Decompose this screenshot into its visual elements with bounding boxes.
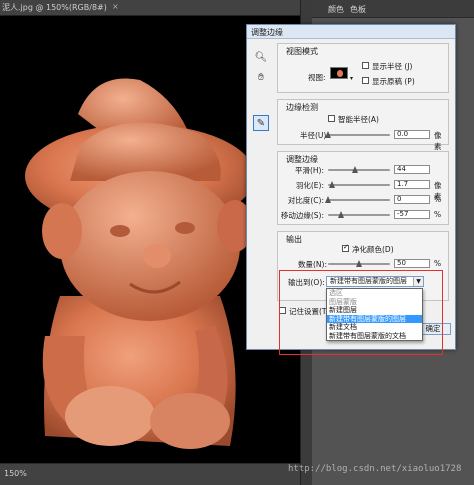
smart-radius-label: 智能半径(A)	[338, 115, 379, 124]
adjust-row-slider[interactable]	[328, 211, 390, 218]
decontaminate-label: 净化颜色(D)	[352, 245, 394, 254]
adjust-row-input[interactable]: 0	[394, 195, 430, 204]
status-bar: 150%	[0, 463, 300, 485]
zoom-level[interactable]: 150%	[4, 469, 27, 478]
amount-label: 数量(N):	[298, 260, 327, 269]
radius-input[interactable]: 0.0	[394, 130, 430, 139]
hand-tool-icon[interactable]: ✋︎	[253, 69, 269, 85]
dropdown-option[interactable]: 选区	[327, 289, 422, 298]
remember-settings-checkbox[interactable]	[279, 307, 286, 314]
amount-slider-thumb[interactable]	[356, 260, 362, 267]
dropdown-option[interactable]: 新建带有图层蒙版的图层	[327, 314, 422, 323]
amount-input[interactable]: 50	[394, 259, 430, 268]
radius-slider[interactable]	[325, 131, 390, 138]
radius-unit: 像素	[434, 131, 442, 151]
adjust-row-slider[interactable]	[328, 181, 390, 188]
dialog-title: 调整边缘	[251, 28, 283, 37]
output-to-dropdown: 选区 图层蒙版 新建图层 新建带有图层蒙版的图层 新建文档 新建带有图层蒙版的文档	[326, 288, 423, 341]
document-tab-title: 泥人.jpg @ 150%(RGB/8#)	[2, 3, 107, 12]
adjust-row-slider-thumb[interactable]	[338, 211, 345, 218]
tool-column: 🔍︎ ✋︎ ✎	[253, 49, 271, 135]
view-mode-section: 视图模式 视图: ▾ 显示半径 (J) 显示原稿 (P)	[277, 43, 449, 93]
output-to-label: 输出到(O):	[288, 278, 325, 287]
adjust-row-slider-thumb[interactable]	[329, 181, 336, 188]
adjust-row-input[interactable]: 44	[394, 165, 430, 174]
edge-detection-title: 边缘检测	[286, 103, 318, 112]
amount-unit: %	[434, 259, 442, 268]
adjust-row-input[interactable]: 1.7	[394, 180, 430, 189]
dropdown-option[interactable]: 新建图层	[327, 306, 422, 315]
refine-radius-brush-icon[interactable]: ✎	[253, 115, 269, 131]
adjust-row-input[interactable]: -57	[394, 210, 430, 219]
view-label: 视图:	[308, 73, 326, 82]
tab-swatches[interactable]: 色板	[350, 4, 366, 15]
adjust-row-label: 羽化(E):	[295, 181, 324, 190]
smart-radius-checkbox[interactable]	[328, 115, 335, 122]
dialog-titlebar[interactable]: 调整边缘	[247, 25, 455, 39]
output-to-value: 新建带有图层蒙版的图层	[330, 277, 407, 285]
dropdown-option[interactable]: 新建文档	[327, 323, 422, 332]
edge-detection-section: 边缘检测 智能半径(A) 半径(U): 0.0 像素	[277, 99, 449, 151]
chevron-down-icon[interactable]: ▼	[413, 277, 423, 286]
adjust-row-slider[interactable]	[325, 196, 390, 203]
adjust-row-label: 移动边缘(S):	[280, 211, 324, 220]
chevron-down-icon[interactable]: ▾	[350, 75, 353, 82]
adjust-row-slider-thumb[interactable]	[325, 196, 331, 203]
adjust-edge-section: 调整边缘 平滑(H): 44 羽化(E): 1.7 像素 对比度(C): 0% 移动边缘(S)…	[277, 151, 449, 225]
watermark: http://blog.csdn.net/xiaoluo1728	[288, 464, 462, 474]
adjust-row-slider-thumb[interactable]	[352, 166, 359, 173]
amount-slider[interactable]	[328, 260, 390, 267]
panel-tabs: 颜色 色板	[312, 0, 474, 18]
adjust-row-slider[interactable]	[328, 166, 390, 173]
show-original-label: 显示原稿 (P)	[372, 77, 415, 86]
show-radius-checkbox[interactable]	[362, 62, 369, 69]
dropdown-option[interactable]: 新建带有图层蒙版的文档	[327, 332, 422, 341]
adjust-row-unit: %	[434, 210, 442, 219]
adjust-row-label: 平滑(H):	[294, 166, 324, 175]
output-title: 输出	[286, 235, 302, 244]
view-mode-title: 视图模式	[286, 47, 318, 56]
decontaminate-checkbox[interactable]	[342, 243, 349, 252]
remember-settings-label: 记住设置(T)	[289, 307, 330, 316]
document-tab[interactable]: 泥人.jpg @ 150%(RGB/8#) ×	[0, 0, 300, 16]
show-radius-label: 显示半径 (J)	[372, 62, 413, 71]
show-original-checkbox[interactable]	[362, 77, 369, 84]
view-thumbnail[interactable]	[330, 67, 348, 79]
tab-color[interactable]: 颜色	[328, 4, 344, 15]
adjust-row-label: 对比度(C):	[287, 196, 324, 205]
zoom-tool-icon[interactable]: 🔍︎	[253, 49, 269, 65]
radius-slider-thumb[interactable]	[325, 131, 331, 138]
adjust-row-unit: %	[434, 195, 442, 204]
output-to-select[interactable]: 新建带有图层蒙版的图层 ▼	[326, 276, 424, 287]
close-icon[interactable]: ×	[112, 2, 119, 11]
adjust-edge-title: 调整边缘	[286, 155, 318, 164]
dropdown-option[interactable]: 图层蒙版	[327, 298, 422, 307]
